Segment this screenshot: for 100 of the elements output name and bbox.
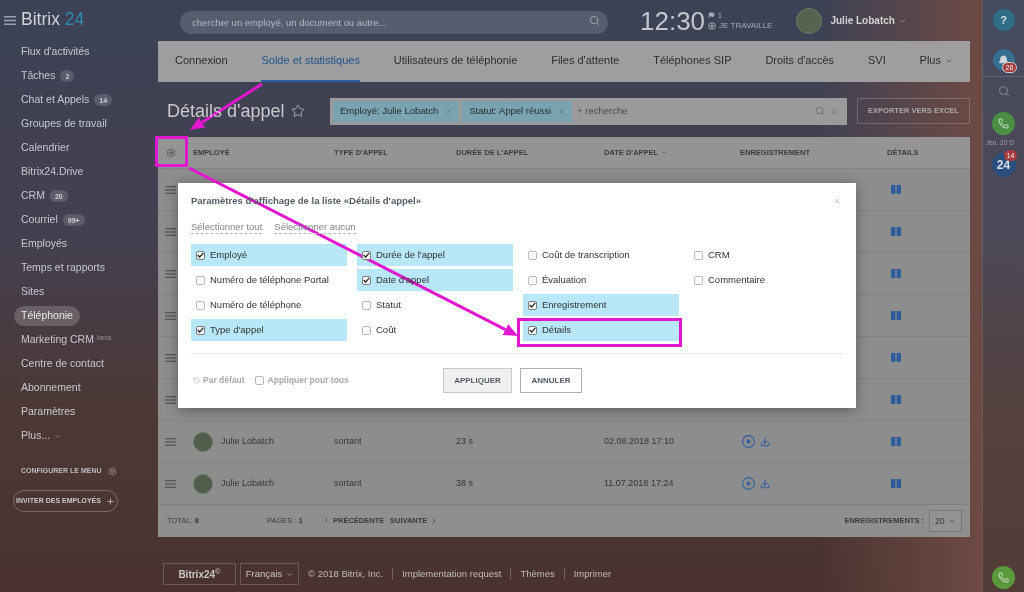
sidebar-item[interactable]: Bitrix24.Drive <box>14 162 91 182</box>
apply-button[interactable]: APPLIQUER <box>443 368 512 393</box>
checkbox[interactable] <box>196 300 205 310</box>
details-icon[interactable] <box>891 353 901 362</box>
column-option[interactable]: Type d'appel <box>191 319 347 341</box>
logo[interactable]: Bitrix 24 <box>21 11 85 29</box>
column-option[interactable]: Coût de transcription <box>523 244 679 266</box>
drag-handle-icon[interactable] <box>165 437 176 446</box>
drag-handle-icon[interactable] <box>165 269 176 278</box>
checkbox[interactable] <box>694 250 703 260</box>
search-icon[interactable] <box>589 15 600 26</box>
checkbox[interactable] <box>528 275 537 285</box>
filter-input[interactable]: + recherche <box>577 103 815 119</box>
avatar[interactable] <box>796 7 823 34</box>
close-icon[interactable] <box>833 197 841 205</box>
checkbox[interactable] <box>196 325 205 335</box>
logo-button[interactable]: Bitrix24$^{©}$ <box>163 563 236 585</box>
checkbox[interactable] <box>362 275 371 285</box>
remove-icon[interactable] <box>558 107 566 115</box>
checkbox[interactable] <box>362 300 371 310</box>
call-button[interactable] <box>992 112 1015 135</box>
details-icon[interactable] <box>891 311 901 320</box>
footer-link[interactable]: Thèmes <box>520 566 555 582</box>
sidebar-item[interactable]: Paramètres <box>14 402 83 422</box>
column-option[interactable]: CRM <box>689 244 845 266</box>
column-option[interactable]: Employé <box>191 244 347 266</box>
footer-link[interactable]: Imprimer <box>573 566 612 582</box>
sidebar-item[interactable]: Téléphonie <box>14 306 80 326</box>
tab[interactable]: Utilisateurs de téléphonie <box>393 41 518 82</box>
employee-name[interactable]: Julie Lobatch <box>221 476 275 491</box>
details-icon[interactable] <box>891 437 901 446</box>
tab[interactable]: SVI <box>868 41 886 82</box>
checkbox[interactable] <box>528 325 537 335</box>
column-option[interactable]: Durée de l'appel <box>357 244 513 266</box>
remove-icon[interactable] <box>445 107 453 115</box>
menu-icon[interactable] <box>4 15 16 25</box>
page-size-select[interactable]: 20 <box>929 510 962 532</box>
details-icon[interactable] <box>891 269 901 278</box>
checkbox[interactable] <box>196 250 205 260</box>
select-all-link[interactable]: Sélectionner tout <box>191 222 263 234</box>
drag-handle-icon[interactable] <box>165 395 176 404</box>
footer-link[interactable]: Implementation request <box>402 566 502 582</box>
play-icon[interactable] <box>742 435 755 448</box>
drag-handle-icon[interactable] <box>165 185 176 194</box>
tab[interactable]: Téléphones SIP <box>653 41 732 82</box>
column-option[interactable]: Commentaire <box>689 269 845 291</box>
sidebar-item[interactable]: Employés <box>14 234 75 254</box>
sidebar-item[interactable]: Flux d'activités <box>14 42 97 62</box>
drag-handle-icon[interactable] <box>165 353 176 362</box>
sidebar-item[interactable]: Calendrier <box>14 138 77 158</box>
settings-icon[interactable] <box>166 147 176 158</box>
checkbox[interactable] <box>694 275 703 285</box>
download-icon[interactable] <box>760 436 770 447</box>
settings-icon[interactable] <box>107 466 117 476</box>
star-icon[interactable] <box>290 104 305 118</box>
sidebar-item[interactable]: Sites <box>14 282 52 302</box>
checkbox[interactable] <box>528 250 537 260</box>
language-select[interactable]: Français <box>240 563 299 585</box>
search-icon[interactable] <box>997 85 1010 97</box>
notifications-button[interactable] <box>992 49 1015 71</box>
checkbox[interactable] <box>362 325 371 335</box>
tab[interactable]: Plus <box>919 41 953 82</box>
drag-handle-icon[interactable] <box>165 311 176 320</box>
sidebar-item[interactable]: Abonnement <box>14 378 88 398</box>
play-icon[interactable] <box>742 477 755 490</box>
download-icon[interactable] <box>760 478 770 489</box>
column-option[interactable]: Détails <box>523 319 679 341</box>
column-option[interactable]: Numéro de téléphone Portal <box>191 269 347 291</box>
column-option[interactable]: Statut <box>357 294 513 316</box>
column-option[interactable]: Coût <box>357 319 513 341</box>
search-icon[interactable] <box>815 106 825 116</box>
close-icon[interactable] <box>830 106 839 116</box>
details-icon[interactable] <box>891 395 901 404</box>
details-icon[interactable] <box>891 227 901 236</box>
details-icon[interactable] <box>891 185 901 194</box>
column-option[interactable]: Numéro de téléphone <box>191 294 347 316</box>
work-status[interactable]: JE TRAVAILLE <box>719 21 773 30</box>
column-option[interactable]: Enregistrement <box>523 294 679 316</box>
checkbox[interactable] <box>528 300 537 310</box>
sidebar-item[interactable]: Plus... <box>14 426 69 446</box>
checkbox[interactable] <box>254 376 264 385</box>
cancel-button[interactable]: ANNULER <box>520 368 582 393</box>
sidebar-item[interactable]: Temps et rapports <box>14 258 113 278</box>
sidebar-item[interactable]: Centre de contact <box>14 354 111 374</box>
sidebar-item[interactable]: Groupes de travail <box>14 114 114 134</box>
checkbox[interactable] <box>196 275 205 285</box>
employee-name[interactable]: Julie Lobatch <box>221 434 275 449</box>
filter-field[interactable]: Employé: Julie Lobatch Statut: Appel réussi + recherche <box>330 97 847 125</box>
search-field[interactable]: chercher un employé, un document ou autre... <box>180 11 608 34</box>
tab[interactable]: Files d'attente <box>551 41 620 82</box>
checkbox[interactable] <box>362 250 371 260</box>
filter-chip[interactable]: Statut: Appel réussi <box>462 100 573 122</box>
tab[interactable]: Droits d'accès <box>765 41 835 82</box>
tab[interactable]: Connexion <box>175 41 228 82</box>
details-icon[interactable] <box>891 479 901 488</box>
call-button[interactable] <box>992 566 1015 589</box>
user-name[interactable]: Julie Lobatch <box>830 13 895 28</box>
filter-chip[interactable]: Employé: Julie Lobatch <box>333 100 460 122</box>
drag-handle-icon[interactable] <box>165 479 176 488</box>
drag-handle-icon[interactable] <box>165 227 176 236</box>
